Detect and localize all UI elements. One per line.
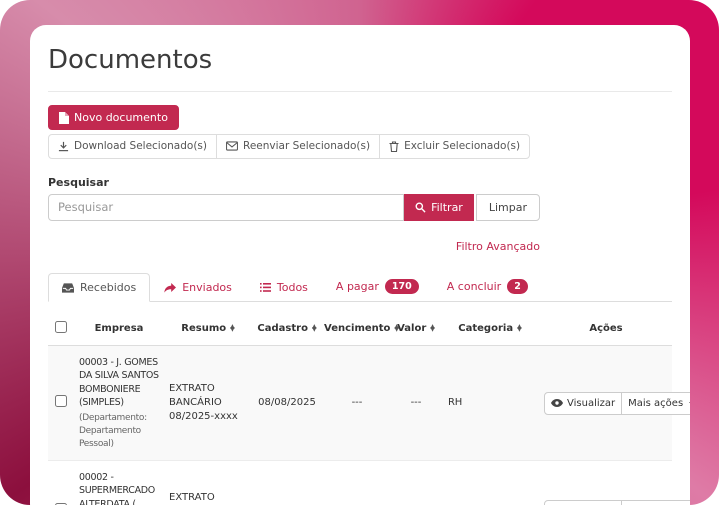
search-input[interactable]	[48, 194, 404, 221]
tab-recebidos[interactable]: Recebidos	[48, 273, 150, 302]
download-selected-button[interactable]: Download Selecionado(s)	[48, 134, 217, 159]
cadastro-cell: 30/07/2025	[252, 461, 322, 505]
filter-button-label: Filtrar	[431, 201, 463, 214]
delete-selected-label: Excluir Selecionado(s)	[404, 140, 520, 153]
resend-selected-button[interactable]: Reenviar Selecionado(s)	[216, 134, 380, 159]
valor-cell: ---	[392, 461, 440, 505]
caret-down-icon	[689, 402, 690, 408]
search-section: Pesquisar Filtrar Limpar Filtro Avançado	[48, 176, 540, 254]
advanced-filter-link[interactable]: Filtro Avançado	[456, 240, 540, 253]
company-department: (Departamento: Departamento Pessoal)	[79, 412, 160, 450]
page-title: Documentos	[48, 45, 672, 75]
file-icon	[59, 112, 69, 124]
row-actions: Visualizar Mais ações	[544, 500, 690, 505]
search-icon	[415, 202, 426, 213]
header-resumo[interactable]: Resumo	[164, 312, 252, 346]
header-valor[interactable]: Valor	[392, 312, 440, 346]
table-header-row: Empresa Resumo Cadastro Vencimento Valor…	[48, 312, 672, 346]
table-row: 00002 - SUPERMERCADO ALTERDATA ( LUCRO R…	[48, 461, 672, 505]
view-button[interactable]: Visualizar	[544, 392, 622, 415]
share-arrow-icon	[164, 283, 176, 293]
company-name: 00002 - SUPERMERCADO ALTERDATA ( LUCRO R…	[79, 471, 160, 505]
resumo-cell: EXTRATO BANCÁRIO 07/2025-xxxx	[164, 461, 252, 505]
resend-selected-label: Reenviar Selecionado(s)	[243, 140, 370, 153]
envelope-icon	[226, 141, 238, 151]
list-icon	[260, 283, 271, 292]
new-document-label: Novo documento	[74, 111, 168, 124]
view-button-label: Visualizar	[567, 398, 615, 409]
table-row: 00003 - J. GOMES DA SILVA SANTOS BOMBONI…	[48, 346, 672, 461]
resumo-cell: EXTRATO BANCÁRIO 08/2025-xxxx	[164, 346, 252, 461]
filter-button[interactable]: Filtrar	[404, 194, 474, 221]
select-all-checkbox[interactable]	[55, 321, 67, 333]
clear-button-label: Limpar	[489, 201, 527, 214]
search-input-group: Filtrar Limpar	[48, 194, 540, 221]
sort-icon[interactable]	[517, 325, 522, 332]
title-divider	[48, 91, 672, 92]
categoria-cell: Extrato Bancário	[440, 461, 540, 505]
header-vencimento[interactable]: Vencimento	[322, 312, 392, 346]
download-icon	[58, 141, 69, 152]
tab-a-pagar[interactable]: A pagar 170	[322, 271, 433, 302]
vencimento-cell: ---	[322, 461, 392, 505]
sort-icon[interactable]	[230, 325, 235, 332]
row-actions: Visualizar Mais ações	[544, 392, 690, 415]
tab-recebidos-label: Recebidos	[80, 281, 136, 294]
tab-enviados[interactable]: Enviados	[150, 273, 246, 302]
sort-icon[interactable]	[430, 325, 435, 332]
tab-a-pagar-label: A pagar	[336, 280, 379, 293]
company-name: 00003 - J. GOMES DA SILVA SANTOS BOMBONI…	[79, 356, 160, 409]
header-empresa: Empresa	[74, 312, 164, 346]
eye-icon	[551, 399, 563, 407]
header-acoes: Ações	[540, 312, 672, 346]
tab-enviados-label: Enviados	[182, 281, 232, 294]
content-panel: Documentos Novo documento Download Selec…	[30, 25, 690, 505]
tab-bar: Recebidos Enviados Todos A pagar 170 A c…	[48, 271, 672, 302]
more-actions-button[interactable]: Mais ações	[621, 500, 690, 505]
header-cadastro[interactable]: Cadastro	[252, 312, 322, 346]
more-actions-button[interactable]: Mais ações	[621, 392, 690, 415]
clear-button[interactable]: Limpar	[476, 194, 540, 221]
a-concluir-badge: 2	[507, 279, 528, 294]
more-actions-label: Mais ações	[628, 398, 683, 409]
new-document-button[interactable]: Novo documento	[48, 105, 179, 130]
tab-a-concluir-label: A concluir	[447, 280, 501, 293]
sort-icon[interactable]	[312, 325, 317, 332]
inbox-icon	[62, 283, 74, 293]
view-button[interactable]: Visualizar	[544, 500, 622, 505]
bulk-actions-group: Download Selecionado(s) Reenviar Selecio…	[48, 134, 530, 159]
documents-table: Empresa Resumo Cadastro Vencimento Valor…	[48, 312, 672, 505]
cadastro-cell: 08/08/2025	[252, 346, 322, 461]
delete-selected-button[interactable]: Excluir Selecionado(s)	[379, 134, 530, 159]
download-selected-label: Download Selecionado(s)	[74, 140, 207, 153]
header-categoria[interactable]: Categoria	[440, 312, 540, 346]
vencimento-cell: ---	[322, 346, 392, 461]
tab-todos[interactable]: Todos	[246, 273, 322, 302]
search-label: Pesquisar	[48, 176, 540, 189]
categoria-cell: RH	[440, 346, 540, 461]
valor-cell: ---	[392, 346, 440, 461]
tab-a-concluir[interactable]: A concluir 2	[433, 271, 542, 302]
row-checkbox[interactable]	[55, 395, 67, 407]
a-pagar-badge: 170	[385, 279, 419, 294]
tab-todos-label: Todos	[277, 281, 308, 294]
trash-icon	[389, 141, 399, 152]
